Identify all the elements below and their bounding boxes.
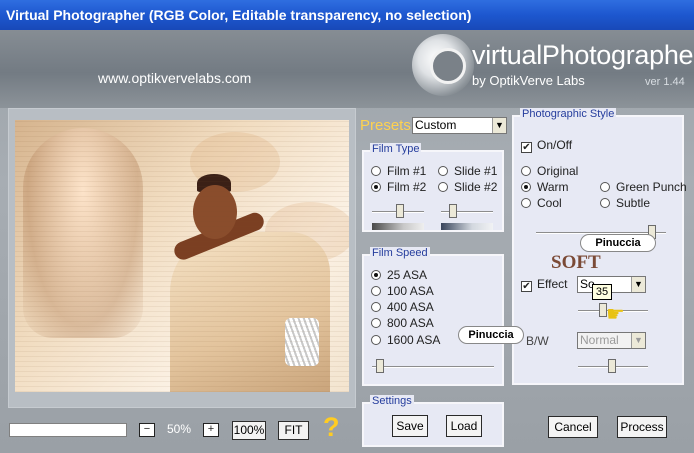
bw-value: Normal [580, 333, 619, 347]
brand-name: virtualPhotographer [472, 40, 694, 70]
radio-icon[interactable] [438, 182, 448, 192]
radio-icon[interactable] [521, 182, 531, 192]
scanline-overlay [15, 120, 349, 392]
radio-icon[interactable] [371, 335, 381, 345]
soft-watermark: SOFT [551, 252, 601, 273]
preview-image[interactable] [15, 120, 349, 392]
film-type-option[interactable]: Film #2 [371, 180, 426, 194]
radio-icon[interactable] [371, 318, 381, 328]
film-type-option[interactable]: Slide #1 [438, 164, 497, 178]
style-option[interactable]: Warm [521, 180, 569, 194]
slide-gradient-swatch [441, 223, 493, 230]
pinuccia-watermark: Pinuccia [458, 326, 524, 344]
checkbox-checked-icon[interactable]: ✔ [521, 142, 532, 153]
slider-value-tooltip: 35 [592, 284, 612, 300]
radio-icon[interactable] [371, 166, 381, 176]
status-field [9, 423, 127, 437]
chevron-down-icon: ▼ [631, 333, 645, 348]
save-button[interactable]: Save [392, 415, 428, 437]
aperture-logo-icon [412, 34, 474, 96]
film-type-option[interactable]: Film #1 [371, 164, 426, 178]
website-link[interactable]: www.optikvervelabs.com [98, 70, 251, 86]
pointing-hand-icon: ☛ [606, 303, 625, 326]
film1-slider-thumb[interactable] [396, 204, 404, 218]
style-option[interactable]: Original [521, 164, 578, 178]
load-button[interactable]: Load [446, 415, 482, 437]
checkbox-checked-icon[interactable]: ✔ [521, 281, 532, 292]
brand-byline: by OptikVerve Labs [472, 73, 585, 88]
style-onoff[interactable]: ✔ On/Off [521, 138, 572, 153]
window-title: Virtual Photographer (RGB Color, Editabl… [6, 7, 472, 23]
chevron-down-icon[interactable]: ▼ [492, 118, 506, 133]
film-type-title: Film Type [370, 143, 422, 155]
radio-icon[interactable] [600, 198, 610, 208]
radio-icon[interactable] [371, 286, 381, 296]
radio-icon[interactable] [521, 166, 531, 176]
radio-icon[interactable] [371, 302, 381, 312]
settings-group: Settings [362, 395, 504, 447]
zoom-value: 50% [167, 422, 192, 436]
film-speed-slider-thumb[interactable] [376, 359, 384, 373]
radio-icon[interactable] [438, 166, 448, 176]
film2-slider-thumb[interactable] [449, 204, 457, 218]
film-type-option[interactable]: Slide #2 [438, 180, 497, 194]
presets-value: Custom [415, 118, 457, 132]
film-speed-option[interactable]: 100 ASA [371, 284, 434, 298]
film-gradient-swatch [372, 223, 424, 230]
film-speed-option[interactable]: 800 ASA [371, 316, 434, 330]
zoom-out-button[interactable]: − [139, 423, 155, 437]
pinuccia-watermark: Pinuccia [580, 234, 656, 252]
bw-label: B/W [526, 334, 549, 348]
zoom-100-button[interactable]: 100% [232, 421, 266, 440]
presets-select[interactable]: Custom ▼ [412, 117, 507, 134]
bw-select: Normal ▼ [577, 332, 646, 349]
style-option[interactable]: Green Punch [600, 180, 687, 194]
virtual-photographer-window: Virtual Photographer (RGB Color, Editabl… [0, 0, 694, 453]
settings-title: Settings [370, 395, 414, 407]
effect-toggle[interactable]: ✔ Effect [521, 277, 567, 292]
style-option[interactable]: Cool [521, 196, 562, 210]
radio-icon[interactable] [521, 198, 531, 208]
film-speed-slider-track[interactable] [372, 366, 494, 368]
radio-icon[interactable] [600, 182, 610, 192]
bw-slider-thumb[interactable] [608, 359, 616, 373]
fit-button[interactable]: FIT [278, 421, 309, 440]
process-button[interactable]: Process [617, 416, 667, 438]
chevron-down-icon[interactable]: ▼ [631, 277, 645, 292]
zoom-in-button[interactable]: + [203, 423, 219, 437]
radio-icon[interactable] [371, 182, 381, 192]
film-speed-option[interactable]: 1600 ASA [371, 333, 440, 347]
cancel-button[interactable]: Cancel [548, 416, 598, 438]
help-icon[interactable]: ? [323, 412, 340, 443]
radio-icon[interactable] [371, 270, 381, 280]
film-speed-title: Film Speed [370, 247, 430, 259]
film-speed-option[interactable]: 25 ASA [371, 268, 427, 282]
presets-label: Presets [360, 117, 411, 134]
photographic-style-title: Photographic Style [520, 108, 617, 120]
title-bar[interactable]: Virtual Photographer (RGB Color, Editabl… [0, 0, 694, 30]
style-option[interactable]: Subtle [600, 196, 650, 210]
version-label: ver 1.44 [645, 76, 685, 88]
film-speed-option[interactable]: 400 ASA [371, 300, 434, 314]
